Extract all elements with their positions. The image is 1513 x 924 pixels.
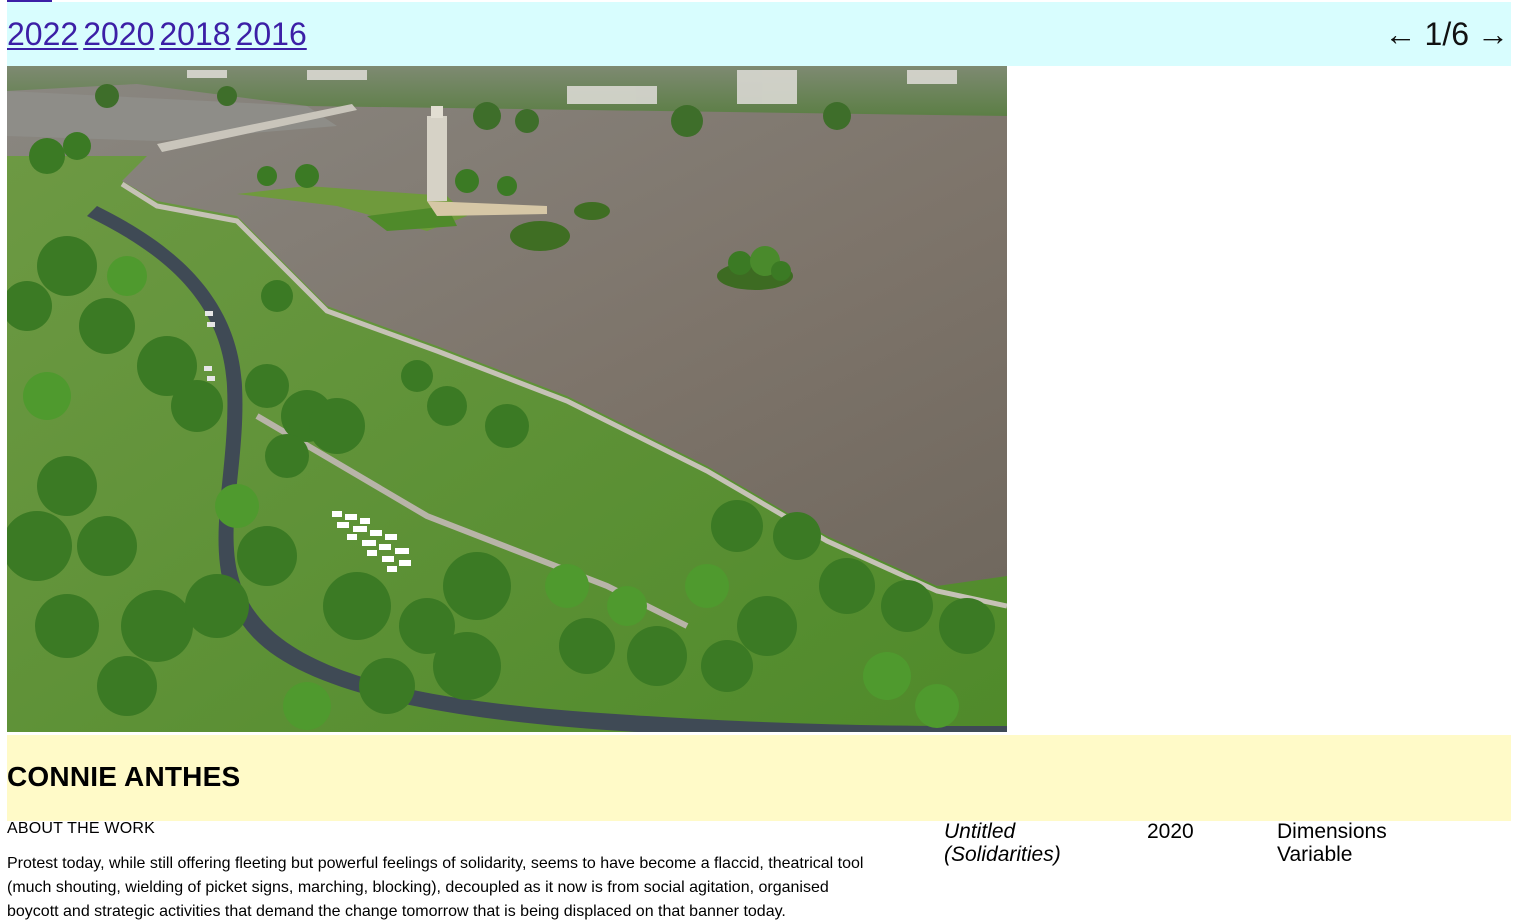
image-pager: ← 1/6 → xyxy=(1385,16,1509,52)
year-link-2016[interactable]: 2016 xyxy=(236,16,307,52)
next-arrow-icon[interactable]: → xyxy=(1477,16,1509,52)
artist-bar: CONNIE ANTHES xyxy=(7,735,1511,821)
year-link-2020[interactable]: 2020 xyxy=(83,16,154,52)
about-heading: ABOUT THE WORK xyxy=(7,820,156,837)
about-text: Protest today, while still offering flee… xyxy=(7,855,864,920)
year-nav-bar: 2022 2020 2018 2016 ← 1/6 → xyxy=(7,2,1511,66)
year-links: 2022 2020 2018 2016 xyxy=(7,16,312,52)
artwork-year: 2020 xyxy=(1147,820,1194,843)
artwork-photo xyxy=(7,66,1007,732)
artist-name: CONNIE ANTHES xyxy=(7,761,241,792)
artwork-title: Untitled (Solidarities) xyxy=(944,820,1061,866)
artwork-dimensions: Dimensions Variable xyxy=(1277,820,1387,866)
prev-arrow-icon[interactable]: ← xyxy=(1385,16,1417,52)
year-link-2018[interactable]: 2018 xyxy=(159,16,230,52)
page-indicator: 1/6 xyxy=(1424,16,1469,52)
year-link-2022[interactable]: 2022 xyxy=(7,16,78,52)
